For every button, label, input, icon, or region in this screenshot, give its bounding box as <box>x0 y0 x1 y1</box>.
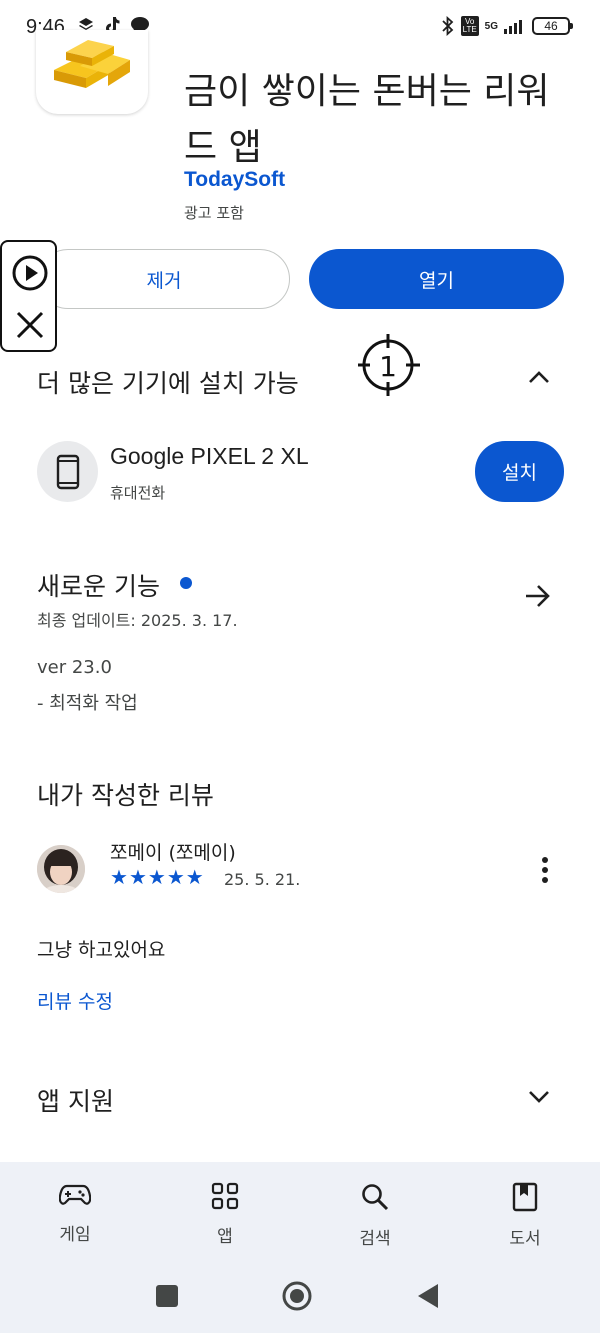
device-icon-circle <box>37 441 98 502</box>
reviewer-name: 쪼메이 (쪼메이) <box>110 842 236 864</box>
nav-label-search: 검색 <box>359 1229 391 1249</box>
reviewer-avatar-image <box>37 845 85 893</box>
nav-label-apps: 앱 <box>217 1227 233 1247</box>
gamepad-icon <box>59 1184 91 1205</box>
rating-stars: ★ ★ ★ ★ ★ <box>110 866 204 888</box>
star-icon: ★ <box>110 865 128 889</box>
tap-marker: 1 <box>358 334 422 400</box>
network-type: 5G <box>484 20 498 32</box>
home-icon[interactable] <box>281 1280 313 1312</box>
open-button[interactable]: 열기 <box>309 249 564 309</box>
new-indicator-dot <box>180 577 192 589</box>
review-date: 25. 5. 21. <box>224 870 301 889</box>
chevron-down-icon[interactable] <box>526 1086 552 1106</box>
signal-icon <box>504 20 522 34</box>
star-icon: ★ <box>147 865 166 889</box>
developer-link[interactable]: TodaySoft <box>184 168 285 192</box>
play-icon[interactable] <box>11 254 49 292</box>
my-review-title: 내가 작성한 리뷰 <box>37 781 214 810</box>
chevron-up-icon[interactable] <box>526 368 552 388</box>
app-icon <box>36 30 148 114</box>
star-icon: ★ <box>166 865 185 889</box>
contains-ads-label: 광고 포함 <box>184 204 244 222</box>
battery-indicator: 46 <box>532 17 573 35</box>
device-name: Google PIXEL 2 XL <box>110 443 309 469</box>
gold-bars-icon <box>54 40 130 88</box>
whats-new-title[interactable]: 새로운 기능 <box>37 567 160 603</box>
last-updated-date: 최종 업데이트: 2025. 3. 17. <box>37 611 238 630</box>
review-text: 그냥 하고있어요 <box>37 939 166 961</box>
device-type: 휴대전화 <box>110 484 166 502</box>
nav-item-apps[interactable]: 앱 <box>170 1162 280 1268</box>
volte-badge: Vo LTE <box>460 16 479 36</box>
bottom-navigation: 게임 앱 검색 도서 <box>0 1162 600 1268</box>
nav-label-games: 게임 <box>59 1225 91 1245</box>
bookmark-book-icon <box>512 1182 538 1212</box>
uninstall-button[interactable]: 제거 <box>38 249 290 309</box>
star-icon: ★ <box>185 865 204 889</box>
more-options-icon[interactable] <box>536 856 554 886</box>
crosshair-icon: 1 <box>358 334 420 396</box>
star-icon: ★ <box>128 865 147 889</box>
install-more-devices-title: 더 많은 기기에 설치 가능 <box>37 369 299 398</box>
tap-marker-number: 1 <box>379 350 397 383</box>
install-on-device-button[interactable]: 설치 <box>475 441 564 502</box>
app-support-title[interactable]: 앱 지원 <box>37 1082 114 1118</box>
phone-icon <box>56 454 79 489</box>
app-title: 금이 쌓이는 돈버는 리워드 앱 <box>184 71 550 168</box>
status-right-icons: Vo LTE 5G 46 <box>441 16 573 36</box>
arrow-right-icon[interactable] <box>524 583 552 609</box>
nav-item-books[interactable]: 도서 <box>470 1162 580 1268</box>
system-navigation-bar <box>0 1268 600 1333</box>
recents-icon[interactable] <box>155 1284 179 1308</box>
edit-review-link[interactable]: 리뷰 수정 <box>37 987 113 1014</box>
floating-control-panel <box>0 240 57 352</box>
close-icon[interactable] <box>14 309 46 341</box>
apps-grid-icon <box>211 1182 239 1210</box>
bluetooth-icon <box>442 16 453 36</box>
nav-label-books: 도서 <box>509 1229 541 1249</box>
nav-item-games[interactable]: 게임 <box>20 1162 130 1268</box>
release-notes: - 최적화 작업 <box>37 693 138 714</box>
back-icon[interactable] <box>416 1282 440 1310</box>
avatar <box>37 845 85 893</box>
nav-item-search[interactable]: 검색 <box>320 1162 430 1268</box>
release-version: ver 23.0 <box>37 657 112 678</box>
search-icon <box>362 1184 389 1211</box>
